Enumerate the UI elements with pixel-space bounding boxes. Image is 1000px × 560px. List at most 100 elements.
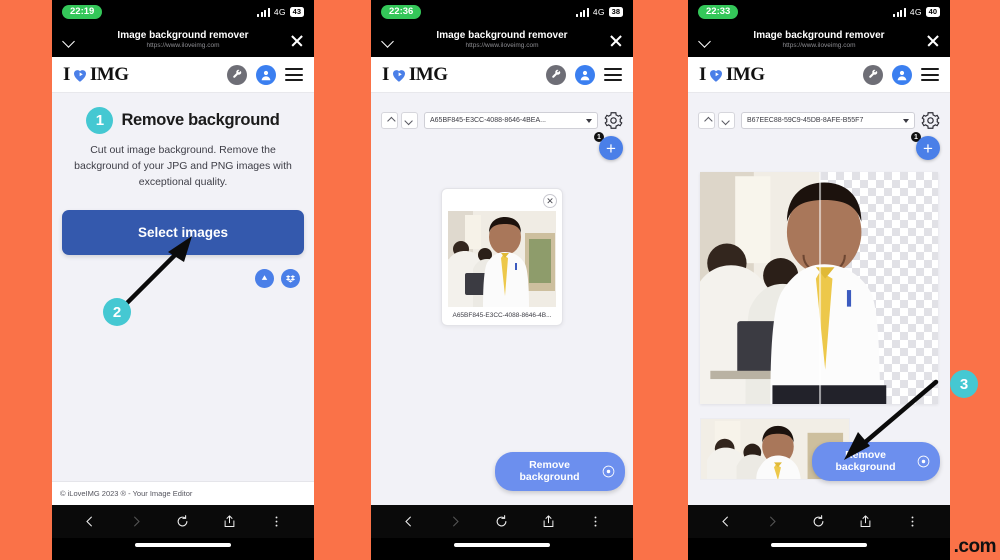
share-icon[interactable] bbox=[857, 513, 874, 530]
wrench-icon[interactable] bbox=[546, 64, 566, 85]
reload-icon[interactable] bbox=[493, 513, 510, 530]
chevron-down-icon[interactable] bbox=[380, 33, 396, 49]
logo-suffix-text: IMG bbox=[725, 63, 765, 85]
more-vertical-icon[interactable] bbox=[268, 513, 285, 530]
reload-icon[interactable] bbox=[174, 513, 191, 530]
wrench-icon[interactable] bbox=[227, 64, 247, 85]
share-icon[interactable] bbox=[221, 513, 238, 530]
chevron-right-icon[interactable] bbox=[128, 513, 145, 530]
file-select-dropdown[interactable]: A65BF845-E3CC-4088-8646-4BEA... bbox=[424, 112, 598, 129]
close-icon[interactable] bbox=[925, 33, 941, 49]
photo-illustration bbox=[448, 211, 556, 307]
browser-page-url: https://www.iloveimg.com bbox=[146, 41, 220, 49]
share-icon[interactable] bbox=[540, 513, 557, 530]
browser-bottom-nav-3 bbox=[688, 505, 950, 538]
browser-page-url: https://www.iloveimg.com bbox=[782, 41, 856, 49]
browser-bottom-nav-1 bbox=[52, 505, 314, 538]
add-file-button[interactable]: + bbox=[599, 136, 623, 160]
browser-page-url: https://www.iloveimg.com bbox=[465, 41, 539, 49]
heart-icon bbox=[390, 66, 408, 84]
status-bar: 22:33 4G 40 bbox=[688, 0, 950, 24]
site-header: I IMG bbox=[371, 57, 633, 93]
close-icon[interactable]: ✕ bbox=[543, 194, 557, 208]
cta-line-2: background bbox=[519, 471, 580, 484]
home-indicator-area-2 bbox=[371, 538, 633, 560]
cta-line-1: Remove bbox=[845, 448, 886, 461]
chevron-down-icon bbox=[903, 118, 909, 123]
in-app-browser-bar: Image background remover https://www.ilo… bbox=[52, 24, 314, 57]
file-select-dropdown[interactable]: B67EEC88-59C9-45DB-8AFE-B55F7 bbox=[741, 112, 915, 129]
close-icon[interactable] bbox=[608, 33, 624, 49]
caret-up-icon[interactable] bbox=[698, 112, 715, 129]
step-badge-1: 1 bbox=[86, 107, 114, 134]
caret-up-icon[interactable] bbox=[381, 112, 398, 129]
hamburger-menu-icon[interactable] bbox=[604, 68, 622, 81]
chevron-left-icon[interactable] bbox=[717, 513, 734, 530]
header-actions bbox=[227, 64, 303, 85]
screenshot-stage: 22:19 4G 43 Image background remover htt… bbox=[0, 0, 1000, 560]
caret-down-icon[interactable] bbox=[718, 112, 735, 129]
dropbox-button[interactable] bbox=[281, 269, 300, 289]
photo-illustration-result bbox=[700, 172, 887, 404]
browser-page-title: Image background remover bbox=[117, 30, 249, 42]
add-file-fab-wrap: 1 + bbox=[698, 131, 940, 162]
chevron-left-icon[interactable] bbox=[400, 513, 417, 530]
chevron-right-icon[interactable] bbox=[764, 513, 781, 530]
play-circle-icon bbox=[602, 465, 615, 478]
hero-title-row: 1 Remove background bbox=[66, 107, 300, 134]
editor-toolbar-2: A65BF845-E3CC-4088-8646-4BEA... bbox=[371, 93, 633, 130]
chevron-down-icon[interactable] bbox=[61, 33, 77, 49]
battery-level-label: 38 bbox=[608, 7, 623, 17]
file-card[interactable]: ✕ A65BF845-E3CC-4088-8646-4B... bbox=[441, 188, 563, 326]
chevron-down-icon[interactable] bbox=[697, 33, 713, 49]
header-actions bbox=[863, 64, 939, 85]
file-nav-group bbox=[381, 112, 418, 129]
in-app-browser-bar: Image background remover https://www.ilo… bbox=[371, 24, 633, 57]
iloveimg-logo[interactable]: I IMG bbox=[382, 64, 448, 86]
cta-line-2: background bbox=[835, 461, 896, 474]
gear-icon[interactable] bbox=[921, 111, 940, 130]
cta-text-block: Remove background bbox=[505, 459, 594, 484]
file-thumbnail bbox=[448, 211, 556, 307]
caret-down-icon[interactable] bbox=[401, 112, 418, 129]
editor-toolbar-3: B67EEC88-59C9-45DB-8AFE-B55F7 bbox=[688, 93, 950, 130]
reload-icon[interactable] bbox=[810, 513, 827, 530]
user-avatar-icon[interactable] bbox=[256, 64, 276, 85]
hamburger-menu-icon[interactable] bbox=[921, 68, 939, 81]
browser-title-block: Image background remover https://www.ilo… bbox=[713, 31, 925, 49]
status-indicators: 4G 38 bbox=[576, 7, 623, 17]
home-indicator-area-1 bbox=[52, 538, 314, 560]
status-indicators: 4G 43 bbox=[257, 7, 304, 17]
cta-text-block: Remove background bbox=[822, 449, 909, 474]
page-title: Remove background bbox=[121, 111, 280, 129]
site-header: I IMG bbox=[688, 57, 950, 93]
file-select-value: B67EEC88-59C9-45DB-8AFE-B55F7 bbox=[747, 117, 864, 124]
hamburger-menu-icon[interactable] bbox=[285, 68, 303, 81]
add-file-button[interactable]: + bbox=[916, 136, 940, 160]
cloud-import-row bbox=[66, 269, 300, 289]
chevron-left-icon[interactable] bbox=[81, 513, 98, 530]
logo-prefix-text: I bbox=[382, 63, 389, 85]
site-header: I IMG bbox=[52, 57, 314, 93]
gear-icon[interactable] bbox=[604, 111, 623, 130]
cta-line-1: Remove bbox=[529, 458, 570, 471]
user-avatar-icon[interactable] bbox=[892, 64, 912, 85]
iloveimg-logo[interactable]: I IMG bbox=[63, 64, 129, 86]
google-drive-button[interactable] bbox=[255, 269, 274, 289]
chevron-right-icon[interactable] bbox=[447, 513, 464, 530]
wrench-icon[interactable] bbox=[863, 64, 883, 85]
chevron-down-icon bbox=[586, 118, 592, 123]
close-icon[interactable] bbox=[289, 33, 305, 49]
remove-background-button-3[interactable]: Remove background bbox=[812, 441, 940, 481]
file-nav-group bbox=[698, 112, 735, 129]
user-avatar-icon[interactable] bbox=[575, 64, 595, 85]
select-images-button[interactable]: Select images bbox=[62, 210, 304, 256]
iloveimg-logo[interactable]: I IMG bbox=[699, 64, 765, 86]
remove-background-button-2[interactable]: Remove background bbox=[495, 451, 625, 491]
more-vertical-icon[interactable] bbox=[587, 513, 604, 530]
more-vertical-icon[interactable] bbox=[904, 513, 921, 530]
result-preview-image[interactable] bbox=[700, 172, 938, 404]
network-type-label: 4G bbox=[273, 7, 286, 17]
phone-mockup-2: 22:36 4G 38 Image background remover htt… bbox=[371, 0, 633, 560]
status-clock: 22:36 bbox=[381, 5, 422, 19]
